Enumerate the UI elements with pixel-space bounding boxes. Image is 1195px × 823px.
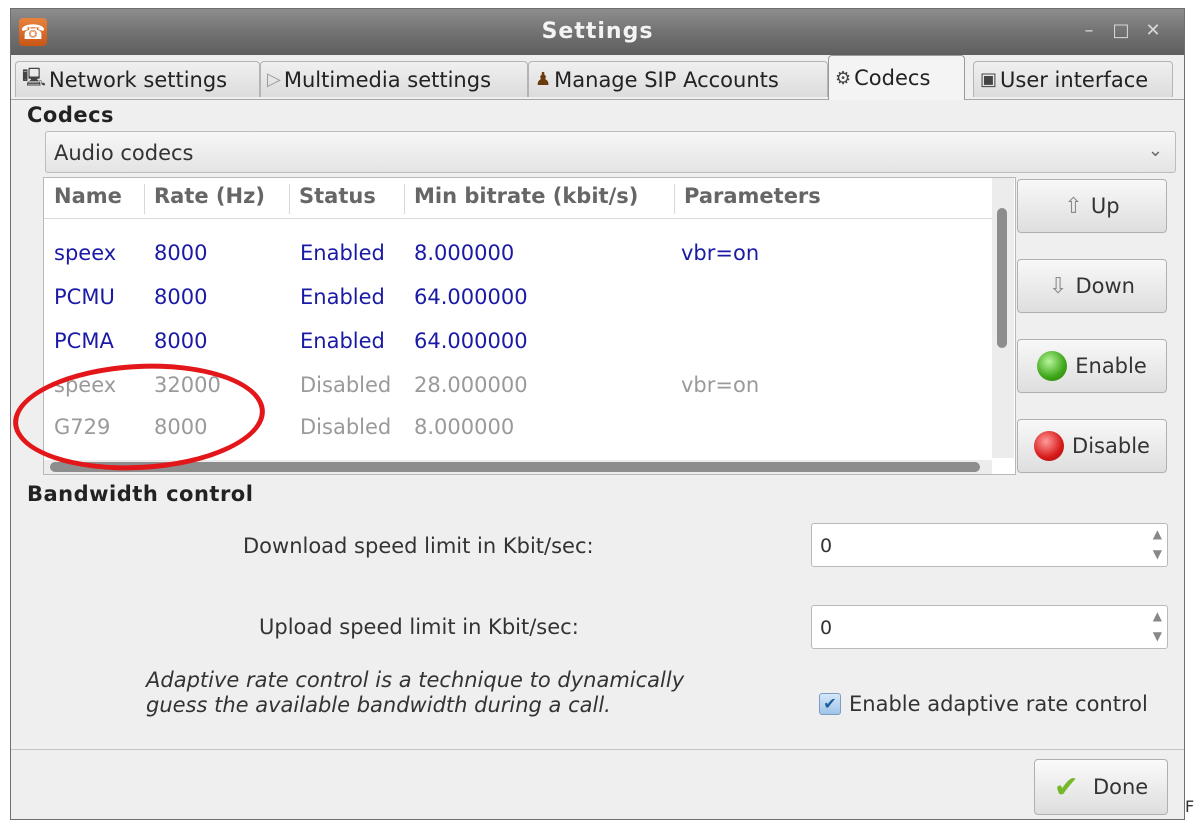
cell-rate: 8000: [154, 241, 208, 265]
horizontal-scrollbar[interactable]: [44, 460, 992, 474]
download-limit-input[interactable]: 0 ▲ ▼: [811, 523, 1168, 567]
vertical-scroll-thumb[interactable]: [997, 208, 1007, 348]
footer-divider: [11, 749, 1184, 750]
codec-list[interactable]: Name Rate (Hz) Status Min bitrate (kbit/…: [43, 177, 1016, 475]
enable-button[interactable]: Enable: [1017, 339, 1167, 393]
cell-name: speex: [54, 241, 117, 265]
move-down-label: Down: [1075, 274, 1135, 298]
cell-min-bitrate: 64.000000: [414, 329, 528, 353]
header-divider: [44, 218, 992, 219]
red-circle-icon: [1034, 431, 1065, 461]
window-title: Settings: [541, 19, 654, 44]
tab-multimedia-settings[interactable]: ▷ Multimedia settings: [260, 61, 528, 97]
user-interface-icon: ▣: [980, 69, 998, 90]
column-header-parameters[interactable]: Parameters: [674, 184, 992, 218]
download-limit-label: Download speed limit in Kbit/sec:: [243, 534, 594, 558]
arrow-up-icon: ⇧: [1064, 193, 1083, 219]
checkmark-icon[interactable]: ✔: [819, 693, 841, 715]
vertical-scrollbar[interactable]: [992, 178, 1014, 458]
disable-button[interactable]: Disable: [1017, 419, 1167, 473]
close-button[interactable]: ✕: [1141, 19, 1165, 43]
codecs-icon: ⚙: [835, 67, 852, 89]
cell-min-bitrate: 28.000000: [414, 373, 528, 397]
green-circle-icon: [1037, 351, 1068, 381]
adaptive-rate-label: Enable adaptive rate control: [849, 692, 1148, 716]
column-header-status[interactable]: Status: [289, 184, 404, 218]
edge-mark: F: [1185, 797, 1195, 816]
tab-network-settings[interactable]: 🖳 Network settings: [15, 61, 260, 97]
column-header-min-bitrate[interactable]: Min bitrate (kbit/s): [404, 184, 674, 218]
tab-label: Codecs: [854, 66, 931, 90]
arrow-down-icon: ⇩: [1049, 273, 1068, 299]
cell-min-bitrate: 8.000000: [414, 415, 515, 439]
download-limit-value: 0: [820, 535, 833, 557]
cell-parameters: vbr=on: [681, 241, 760, 265]
increment-icon[interactable]: ▲: [1153, 609, 1162, 623]
accounts-icon: ♟: [535, 69, 552, 90]
upload-limit-value: 0: [820, 617, 833, 639]
network-icon: 🖳: [22, 66, 47, 88]
tab-codecs[interactable]: ⚙ Codecs: [828, 55, 965, 100]
disable-label: Disable: [1072, 434, 1150, 458]
adaptive-rate-description: Adaptive rate control is a technique to …: [146, 668, 685, 717]
cell-min-bitrate: 64.000000: [414, 285, 528, 309]
cell-status: Enabled: [300, 285, 385, 309]
cell-status: Enabled: [300, 241, 385, 265]
tab-label: User interface: [1000, 67, 1149, 92]
play-icon: ▷: [267, 69, 281, 90]
decrement-icon[interactable]: ▼: [1153, 629, 1162, 643]
decrement-icon[interactable]: ▼: [1153, 547, 1162, 561]
cell-rate: 32000: [154, 373, 221, 397]
move-down-button[interactable]: ⇩ Down: [1017, 259, 1167, 313]
tab-label: Manage SIP Accounts: [554, 67, 779, 92]
move-up-label: Up: [1090, 194, 1120, 218]
horizontal-scroll-thumb[interactable]: [50, 462, 980, 472]
title-bar[interactable]: ☎ Settings – □ ✕: [11, 9, 1184, 55]
bandwidth-section-title: Bandwidth control: [27, 482, 254, 506]
cell-parameters: vbr=on: [681, 373, 760, 397]
tab-user-interface[interactable]: ▣ User interface: [973, 61, 1173, 97]
codec-type-select[interactable]: Audio codecs ⌄: [45, 131, 1176, 173]
upload-limit-input[interactable]: 0 ▲ ▼: [811, 605, 1168, 649]
tab-label: Network settings: [49, 67, 228, 92]
chevron-down-icon: ⌄: [1147, 140, 1163, 161]
cell-name: PCMA: [54, 329, 114, 353]
upload-limit-label: Upload speed limit in Kbit/sec:: [259, 615, 579, 639]
tab-bar: 🖳 Network settings ▷ Multimedia settings…: [11, 55, 1184, 100]
cell-rate: 8000: [154, 285, 208, 309]
cell-status: Enabled: [300, 329, 385, 353]
codecs-section-title: Codecs: [27, 103, 115, 127]
move-up-button[interactable]: ⇧ Up: [1017, 179, 1167, 233]
settings-window: ☎ Settings – □ ✕ 🖳 Network settings ▷ Mu…: [10, 8, 1185, 820]
adaptive-rate-checkbox[interactable]: ✔ Enable adaptive rate control: [819, 692, 1148, 716]
cell-name: speex: [54, 373, 117, 397]
cell-status: Disabled: [300, 415, 392, 439]
checkmark-icon: ✔: [1053, 769, 1079, 805]
done-button[interactable]: ✔ Done: [1034, 759, 1168, 815]
cell-min-bitrate: 8.000000: [414, 241, 515, 265]
tab-manage-sip-accounts[interactable]: ♟ Manage SIP Accounts: [528, 61, 828, 97]
done-label: Done: [1092, 775, 1149, 799]
cell-rate: 8000: [154, 415, 208, 439]
column-header-name[interactable]: Name: [44, 184, 144, 218]
cell-name: PCMU: [54, 285, 115, 309]
cell-rate: 8000: [154, 329, 208, 353]
tab-label: Multimedia settings: [283, 67, 492, 92]
column-header-rate[interactable]: Rate (Hz): [144, 184, 289, 218]
cell-name: G729: [54, 415, 111, 439]
increment-icon[interactable]: ▲: [1153, 527, 1162, 541]
cell-status: Disabled: [300, 373, 392, 397]
codec-type-value: Audio codecs: [54, 141, 194, 165]
enable-label: Enable: [1075, 354, 1147, 378]
maximize-button[interactable]: □: [1109, 19, 1133, 43]
minimize-button[interactable]: –: [1077, 19, 1101, 43]
